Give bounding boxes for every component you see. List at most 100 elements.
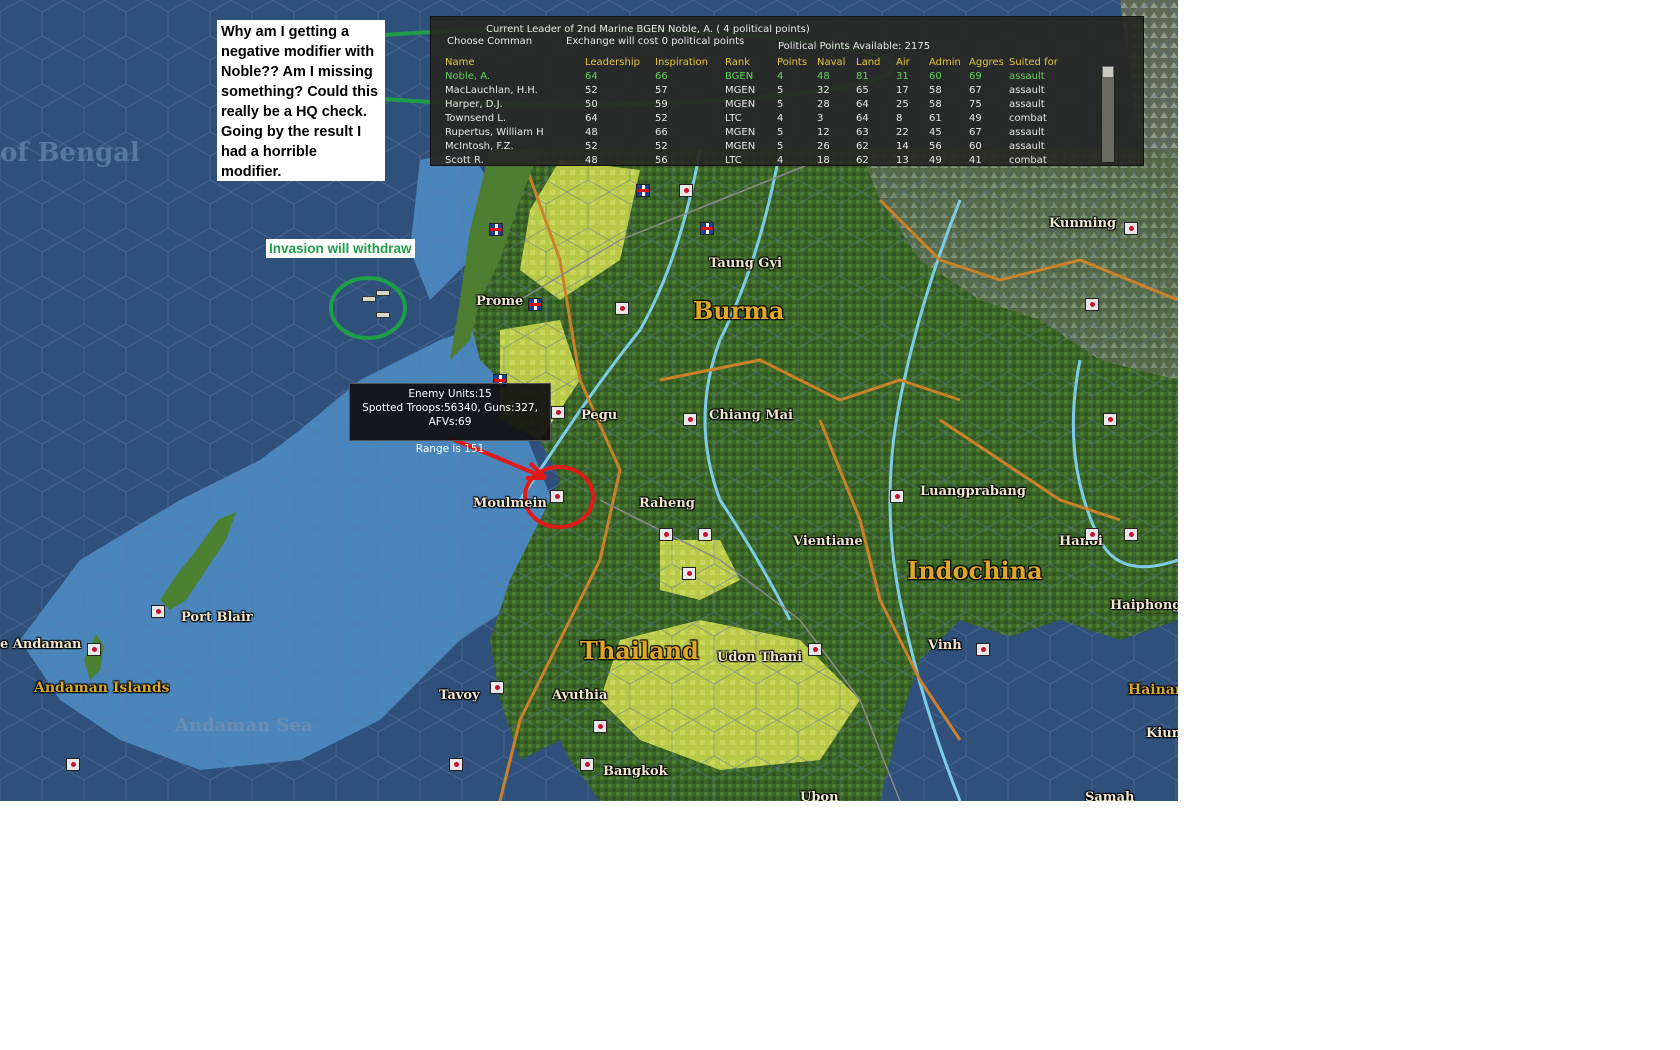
leader-row[interactable]: Townsend L. 64 52 LTC 4 3 64 8 61 49 com… bbox=[445, 111, 1079, 125]
label-luangprabang: Luangprabang bbox=[920, 484, 1026, 499]
leader-inspiration: 66 bbox=[655, 70, 668, 82]
label-samah: Samah bbox=[1085, 790, 1135, 801]
leader-row[interactable]: Scott R. 48 56 LTC 4 18 62 13 49 41 comb… bbox=[445, 153, 1079, 167]
leader-points: 4 bbox=[777, 112, 784, 124]
label-bay-of-bengal: of Bengal bbox=[0, 138, 140, 168]
japanese-base-icon[interactable] bbox=[682, 567, 696, 580]
col-leadership[interactable]: Leadership bbox=[585, 55, 655, 69]
leader-row[interactable]: MacLauchlan, H.H. 52 57 MGEN 5 32 65 17 … bbox=[445, 83, 1079, 97]
col-land[interactable]: Land bbox=[856, 55, 896, 69]
invasion-fleet-ship-icon[interactable] bbox=[376, 290, 390, 296]
japanese-base-icon[interactable] bbox=[1124, 222, 1138, 235]
leader-aggres: 69 bbox=[969, 70, 982, 82]
leader-suited: combat bbox=[1009, 154, 1047, 166]
leader-name: McIntosh, F.Z. bbox=[445, 140, 514, 152]
col-inspiration[interactable]: Inspiration bbox=[655, 55, 725, 69]
tooltip-range: Range is 151 bbox=[415, 443, 485, 455]
label-pegu: Pegu bbox=[581, 408, 618, 423]
leader-name: Harper, D.J. bbox=[445, 98, 503, 110]
japanese-base-icon[interactable] bbox=[1085, 528, 1099, 541]
leader-rank: MGEN bbox=[725, 126, 756, 138]
leader-naval: 32 bbox=[817, 84, 830, 96]
japanese-base-icon[interactable] bbox=[1085, 298, 1099, 311]
exchange-cost-text: Exchange will cost 0 political points bbox=[566, 36, 745, 47]
leader-aggres: 67 bbox=[969, 84, 982, 96]
invasion-annotation: Invasion will withdraw bbox=[266, 239, 415, 258]
japanese-base-icon[interactable] bbox=[890, 490, 904, 503]
col-aggres[interactable]: Aggres bbox=[969, 55, 1009, 69]
leader-name: Noble, A. bbox=[445, 70, 491, 82]
japanese-base-icon[interactable] bbox=[490, 681, 504, 694]
japanese-base-icon[interactable] bbox=[808, 643, 822, 656]
leader-rank: MGEN bbox=[725, 140, 756, 152]
japanese-base-icon[interactable] bbox=[659, 528, 673, 541]
leader-list-scrollbar[interactable] bbox=[1101, 65, 1115, 163]
label-andaman-sea: Andaman Sea bbox=[175, 715, 313, 736]
leader-row[interactable]: Rupertus, William H 48 66 MGEN 5 12 63 2… bbox=[445, 125, 1079, 139]
leader-row[interactable]: Harper, D.J. 50 59 MGEN 5 28 64 25 58 75… bbox=[445, 97, 1079, 111]
leader-rank: MGEN bbox=[725, 84, 756, 96]
label-taung-gyi: Taung Gyi bbox=[709, 256, 782, 271]
allied-unit-icon[interactable] bbox=[528, 298, 542, 311]
japanese-base-icon[interactable] bbox=[551, 406, 565, 419]
japanese-base-icon[interactable] bbox=[449, 758, 463, 771]
japanese-unit-moulmein-icon[interactable] bbox=[550, 490, 564, 503]
leader-land: 65 bbox=[856, 84, 869, 96]
label-ayuthia: Ayuthia bbox=[552, 688, 608, 703]
tooltip-spotted: Spotted Troops:56340, Guns:327, AFVs:69 bbox=[362, 402, 538, 428]
invasion-fleet-ship-icon[interactable] bbox=[362, 296, 376, 302]
leader-leadership: 48 bbox=[585, 154, 598, 166]
leader-admin: 58 bbox=[929, 98, 942, 110]
japanese-base-icon[interactable] bbox=[976, 643, 990, 656]
scroll-up-arrow-icon[interactable] bbox=[1103, 67, 1113, 77]
leader-row[interactable]: Noble, A. 64 66 BGEN 4 48 81 31 60 69 as… bbox=[445, 69, 1079, 83]
leader-air: 31 bbox=[896, 70, 909, 82]
current-leader-text: Current Leader of 2nd Marine BGEN Noble,… bbox=[486, 24, 810, 35]
leader-row[interactable]: McIntosh, F.Z. 52 52 MGEN 5 26 62 14 56 … bbox=[445, 139, 1079, 153]
japanese-base-icon[interactable] bbox=[679, 184, 693, 197]
leader-land: 81 bbox=[856, 70, 869, 82]
japanese-base-icon[interactable] bbox=[593, 720, 607, 733]
japanese-base-icon[interactable] bbox=[698, 528, 712, 541]
allied-unit-icon[interactable] bbox=[636, 184, 650, 197]
allied-unit-icon[interactable] bbox=[700, 222, 714, 235]
col-admin[interactable]: Admin bbox=[929, 55, 969, 69]
japanese-base-icon[interactable] bbox=[1124, 528, 1138, 541]
leader-admin: 58 bbox=[929, 84, 942, 96]
leader-selection-panel: Current Leader of 2nd Marine BGEN Noble,… bbox=[430, 16, 1144, 166]
col-naval[interactable]: Naval bbox=[817, 55, 856, 69]
leader-admin: 45 bbox=[929, 126, 942, 138]
japanese-base-icon[interactable] bbox=[87, 643, 101, 656]
col-suited-for[interactable]: Suited for bbox=[1009, 55, 1079, 69]
leader-inspiration: 52 bbox=[655, 140, 668, 152]
leader-leadership: 52 bbox=[585, 84, 598, 96]
leader-leadership: 52 bbox=[585, 140, 598, 152]
japanese-base-icon[interactable] bbox=[683, 413, 697, 426]
leader-suited: assault bbox=[1009, 126, 1045, 138]
leader-leadership: 50 bbox=[585, 98, 598, 110]
japanese-base-icon[interactable] bbox=[66, 758, 80, 771]
leader-land: 63 bbox=[856, 126, 869, 138]
label-andaman: e Andaman bbox=[0, 637, 82, 652]
japanese-base-icon[interactable] bbox=[580, 758, 594, 771]
leader-suited: assault bbox=[1009, 98, 1045, 110]
japanese-base-icon[interactable] bbox=[1103, 413, 1117, 426]
col-name[interactable]: Name bbox=[445, 55, 585, 69]
leader-leadership: 48 bbox=[585, 126, 598, 138]
col-air[interactable]: Air bbox=[896, 55, 929, 69]
col-rank[interactable]: Rank bbox=[725, 55, 777, 69]
leader-air: 8 bbox=[896, 112, 903, 124]
leader-naval: 28 bbox=[817, 98, 830, 110]
leader-name: Townsend L. bbox=[445, 112, 507, 124]
col-points[interactable]: Points bbox=[777, 55, 817, 69]
japanese-base-icon[interactable] bbox=[151, 605, 165, 618]
japanese-base-icon[interactable] bbox=[615, 302, 629, 315]
leader-inspiration: 52 bbox=[655, 112, 668, 124]
leader-points: 4 bbox=[777, 70, 784, 82]
label-vientiane: Vientiane bbox=[793, 534, 863, 549]
allied-unit-icon[interactable] bbox=[489, 223, 503, 236]
leader-table: Name Leadership Inspiration Rank Points … bbox=[445, 55, 1079, 167]
invasion-fleet-ship-icon[interactable] bbox=[376, 312, 390, 318]
label-prome: Prome bbox=[476, 294, 524, 309]
label-kiung: Kiung bbox=[1146, 726, 1178, 741]
